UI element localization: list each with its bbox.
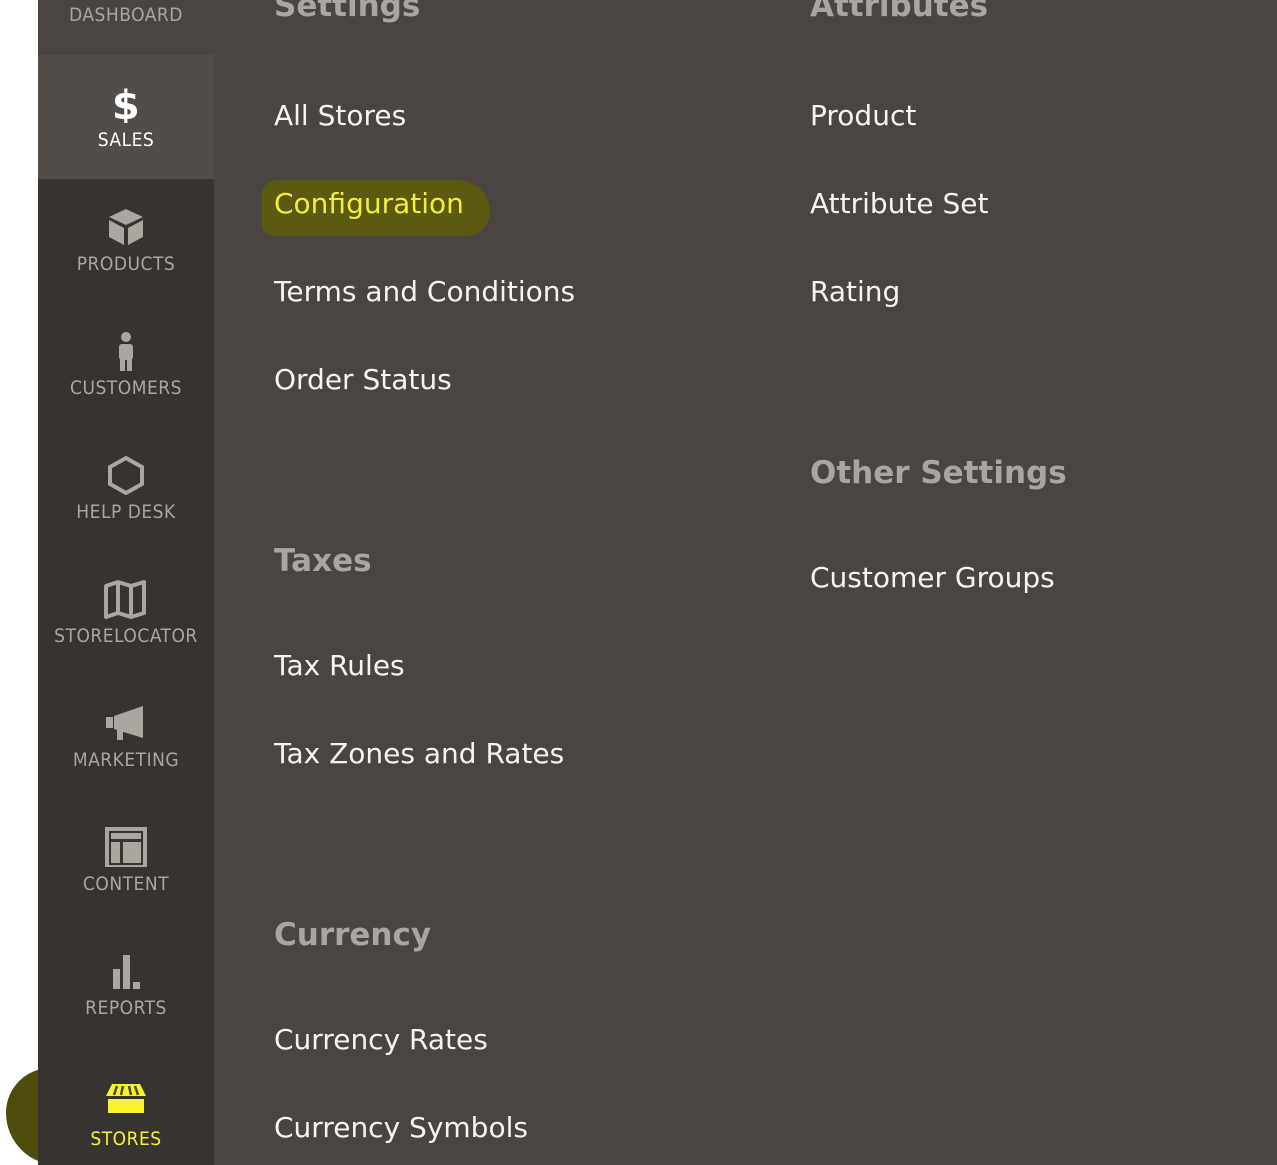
nav-label-reports: REPORTS (85, 997, 167, 1019)
nav-label-products: PRODUCTS (76, 253, 176, 275)
nav-item-help-desk[interactable]: HELP DESK (38, 427, 214, 551)
link-tax-zones-and-rates[interactable]: Tax Zones and Rates (274, 737, 564, 770)
map-icon (101, 579, 151, 619)
nav-label-help-desk: HELP DESK (76, 501, 176, 523)
nav-item-dashboard[interactable]: DASHBOARD (38, 0, 214, 55)
nav-item-reports[interactable]: REPORTS (38, 923, 214, 1047)
link-configuration[interactable]: Configuration (274, 187, 464, 220)
nav-label-storelocator: STORELOCATOR (54, 625, 198, 647)
box-icon (101, 207, 151, 247)
nav-item-storelocator[interactable]: STORELOCATOR (38, 551, 214, 675)
nav-item-customers[interactable]: CUSTOMERS (38, 303, 214, 427)
link-product[interactable]: Product (810, 99, 916, 132)
section-title-attributes: Attributes (810, 0, 989, 24)
bar-chart-icon (101, 951, 151, 991)
nav-item-sales[interactable]: $ SALES (38, 55, 214, 179)
nav-item-content[interactable]: CONTENT (38, 799, 214, 923)
link-rating[interactable]: Rating (810, 275, 900, 308)
storefront-icon (101, 1082, 151, 1122)
nav-label-sales: SALES (97, 129, 155, 151)
link-attribute-set[interactable]: Attribute Set (810, 187, 989, 220)
link-terms-and-conditions[interactable]: Terms and Conditions (274, 275, 575, 308)
svg-text:$: $ (112, 83, 140, 123)
section-title-settings: Settings (274, 0, 421, 24)
nav-label-marketing: MARKETING (72, 749, 180, 771)
link-currency-rates[interactable]: Currency Rates (274, 1023, 488, 1056)
nav-label-dashboard: DASHBOARD (69, 4, 183, 26)
section-title-currency: Currency (274, 917, 432, 953)
hexagon-icon (101, 455, 151, 495)
nav-item-marketing[interactable]: MARKETING (38, 675, 214, 799)
layout-icon (101, 827, 151, 867)
dollar-icon: $ (101, 83, 151, 123)
nav-item-stores[interactable]: STORES (38, 1047, 214, 1165)
stores-flyout-menu: Settings All Stores Configuration Terms … (214, 0, 1277, 1165)
link-tax-rules[interactable]: Tax Rules (274, 649, 405, 682)
link-order-status[interactable]: Order Status (274, 363, 452, 396)
section-title-taxes: Taxes (274, 543, 372, 579)
nav-label-content: CONTENT (82, 873, 170, 895)
link-all-stores[interactable]: All Stores (274, 99, 406, 132)
megaphone-icon (101, 703, 151, 743)
nav-label-stores: STORES (90, 1128, 162, 1150)
person-icon (101, 331, 151, 371)
link-currency-symbols[interactable]: Currency Symbols (274, 1111, 528, 1144)
link-customer-groups[interactable]: Customer Groups (810, 561, 1055, 594)
nav-item-products[interactable]: PRODUCTS (38, 179, 214, 303)
nav-label-customers: CUSTOMERS (70, 377, 182, 399)
section-title-other-settings: Other Settings (810, 455, 1067, 491)
admin-sidebar: DASHBOARD $ SALES PRODUCTS CUSTOMERS HEL… (38, 0, 214, 1165)
